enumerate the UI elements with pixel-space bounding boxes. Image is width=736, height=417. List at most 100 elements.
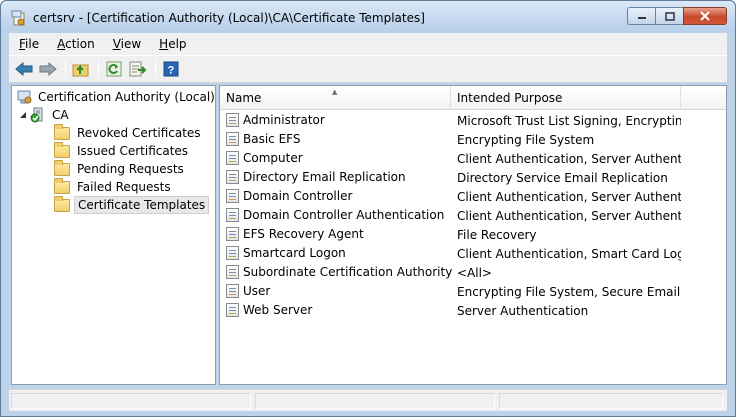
template-name: Domain Controller (243, 189, 353, 203)
certificate-template-icon (226, 227, 239, 241)
back-arrow-icon (15, 62, 33, 76)
toolbar-separator (98, 60, 99, 78)
status-bar (9, 389, 727, 411)
status-segment (499, 393, 723, 409)
list-item[interactable]: Subordinate Certification Authority <All… (220, 264, 726, 283)
forward-button[interactable] (37, 58, 59, 80)
tree-item-certificate-templates[interactable]: Certificate Templates (54, 195, 210, 214)
folder-icon (54, 123, 70, 140)
column-purpose-label: Intended Purpose (457, 91, 563, 105)
help-button[interactable]: ? (160, 58, 182, 80)
tree-item-root[interactable]: Certification Authority (Local) (16, 88, 215, 106)
certsrv-app-icon (11, 10, 25, 26)
folder-icon (54, 141, 70, 158)
list-item[interactable]: User Encrypting File System, Secure Emai… (220, 283, 726, 302)
folder-icon (54, 177, 70, 194)
list-item[interactable]: EFS Recovery Agent File Recovery (220, 226, 726, 245)
refresh-button[interactable] (103, 58, 125, 80)
tree-item-issued-certificates[interactable]: Issued Certificates (54, 141, 191, 160)
tree-item-label: Pending Requests (77, 162, 184, 176)
template-name: Smartcard Logon (243, 246, 346, 260)
certificate-template-icon (226, 132, 239, 146)
column-name-label: Name (226, 91, 262, 105)
certificate-template-icon (226, 284, 239, 298)
tree-item-revoked-certificates[interactable]: Revoked Certificates (54, 123, 204, 142)
certification-authority-icon (17, 90, 32, 104)
certificate-template-icon (226, 246, 239, 260)
minimize-button[interactable] (627, 7, 655, 25)
menu-action[interactable]: Action (51, 37, 101, 51)
menu-action-accel: A (57, 37, 66, 51)
certificate-template-icon (226, 151, 239, 165)
template-purpose: <All> (457, 266, 492, 280)
menu-view-accel: V (112, 37, 121, 51)
list-item[interactable]: Smartcard Logon Client Authentication, S… (220, 245, 726, 264)
list-header: Name ▲ Intended Purpose (220, 86, 726, 110)
list-item[interactable]: Basic EFS Encrypting File System (220, 131, 726, 150)
template-purpose: Encrypting File System (457, 133, 595, 147)
up-one-level-button[interactable] (70, 58, 92, 80)
close-button[interactable] (683, 7, 727, 25)
certificate-template-icon (226, 265, 239, 279)
list-item[interactable]: Directory Email Replication Directory Se… (220, 169, 726, 188)
close-icon (700, 11, 710, 21)
template-name: Administrator (243, 113, 325, 127)
list-item[interactable]: Web Server Server Authentication (220, 302, 726, 321)
refresh-icon (106, 61, 122, 77)
template-purpose: Client Authentication, Server Authentic.… (457, 190, 681, 204)
menu-file[interactable]: File (13, 37, 45, 51)
tree-item-ca[interactable]: CA (18, 106, 72, 124)
results-pane[interactable]: Name ▲ Intended Purpose Administrator Mi… (219, 85, 727, 385)
list-item[interactable]: Domain Controller Client Authentication,… (220, 188, 726, 207)
toolbar-separator (65, 60, 66, 78)
console-tree[interactable]: Certification Authority (Local) CA Revok… (11, 85, 216, 385)
export-list-icon (129, 61, 147, 77)
tree-ca-label: CA (52, 108, 69, 122)
menu-help[interactable]: Help (153, 37, 192, 51)
export-list-button[interactable] (127, 58, 149, 80)
minimize-icon (637, 17, 646, 19)
status-segment (255, 393, 495, 409)
certificate-template-icon (226, 170, 239, 184)
folder-icon (54, 195, 70, 212)
template-purpose: Directory Service Email Replication (457, 171, 668, 185)
status-segment (11, 393, 251, 409)
column-header-intended-purpose[interactable]: Intended Purpose (451, 86, 681, 110)
certificate-template-icon (226, 208, 239, 222)
column-header-name[interactable]: Name ▲ (220, 86, 451, 110)
template-name: Computer (243, 151, 303, 165)
menu-help-label: elp (168, 37, 187, 51)
title-bar[interactable]: certsrv - [Certification Authority (Loca… (1, 1, 735, 33)
certificate-template-icon (226, 189, 239, 203)
menu-help-accel: H (159, 37, 169, 51)
list-item[interactable]: Administrator Microsoft Trust List Signi… (220, 112, 726, 131)
toolbar-separator (155, 60, 156, 78)
maximize-button[interactable] (655, 7, 683, 25)
menu-action-label: ction (65, 37, 95, 51)
tree-root-label: Certification Authority (Local) (38, 90, 215, 104)
tree-item-pending-requests[interactable]: Pending Requests (54, 159, 187, 178)
template-purpose: Client Authentication, Server Authentic.… (457, 209, 681, 223)
menu-bar: File Action View Help (9, 33, 727, 55)
template-name: Web Server (243, 303, 313, 317)
template-purpose: Encrypting File System, Secure Email, Cl… (457, 285, 681, 299)
template-purpose: Client Authentication, Smart Card Logon (457, 247, 681, 261)
template-name: Directory Email Replication (243, 170, 406, 184)
list-item[interactable]: Computer Client Authentication, Server A… (220, 150, 726, 169)
tree-item-label: Certificate Templates (74, 196, 210, 214)
toolbar: ? (9, 55, 727, 83)
maximize-icon (664, 11, 675, 21)
list-item[interactable]: Domain Controller Authentication Client … (220, 207, 726, 226)
template-name: EFS Recovery Agent (243, 227, 364, 241)
menu-view-label: iew (120, 37, 142, 51)
tree-item-label: Issued Certificates (77, 144, 189, 158)
back-button[interactable] (13, 58, 35, 80)
expand-arrow-icon[interactable] (18, 110, 28, 120)
menu-view[interactable]: View (107, 37, 147, 51)
certificate-template-icon (226, 303, 239, 317)
tree-item-failed-requests[interactable]: Failed Requests (54, 177, 174, 196)
template-purpose: Microsoft Trust List Signing, Encrypting… (457, 114, 681, 128)
tree-item-label: Failed Requests (77, 180, 171, 194)
help-glyph: ? (168, 65, 175, 77)
template-purpose: File Recovery (457, 228, 537, 242)
